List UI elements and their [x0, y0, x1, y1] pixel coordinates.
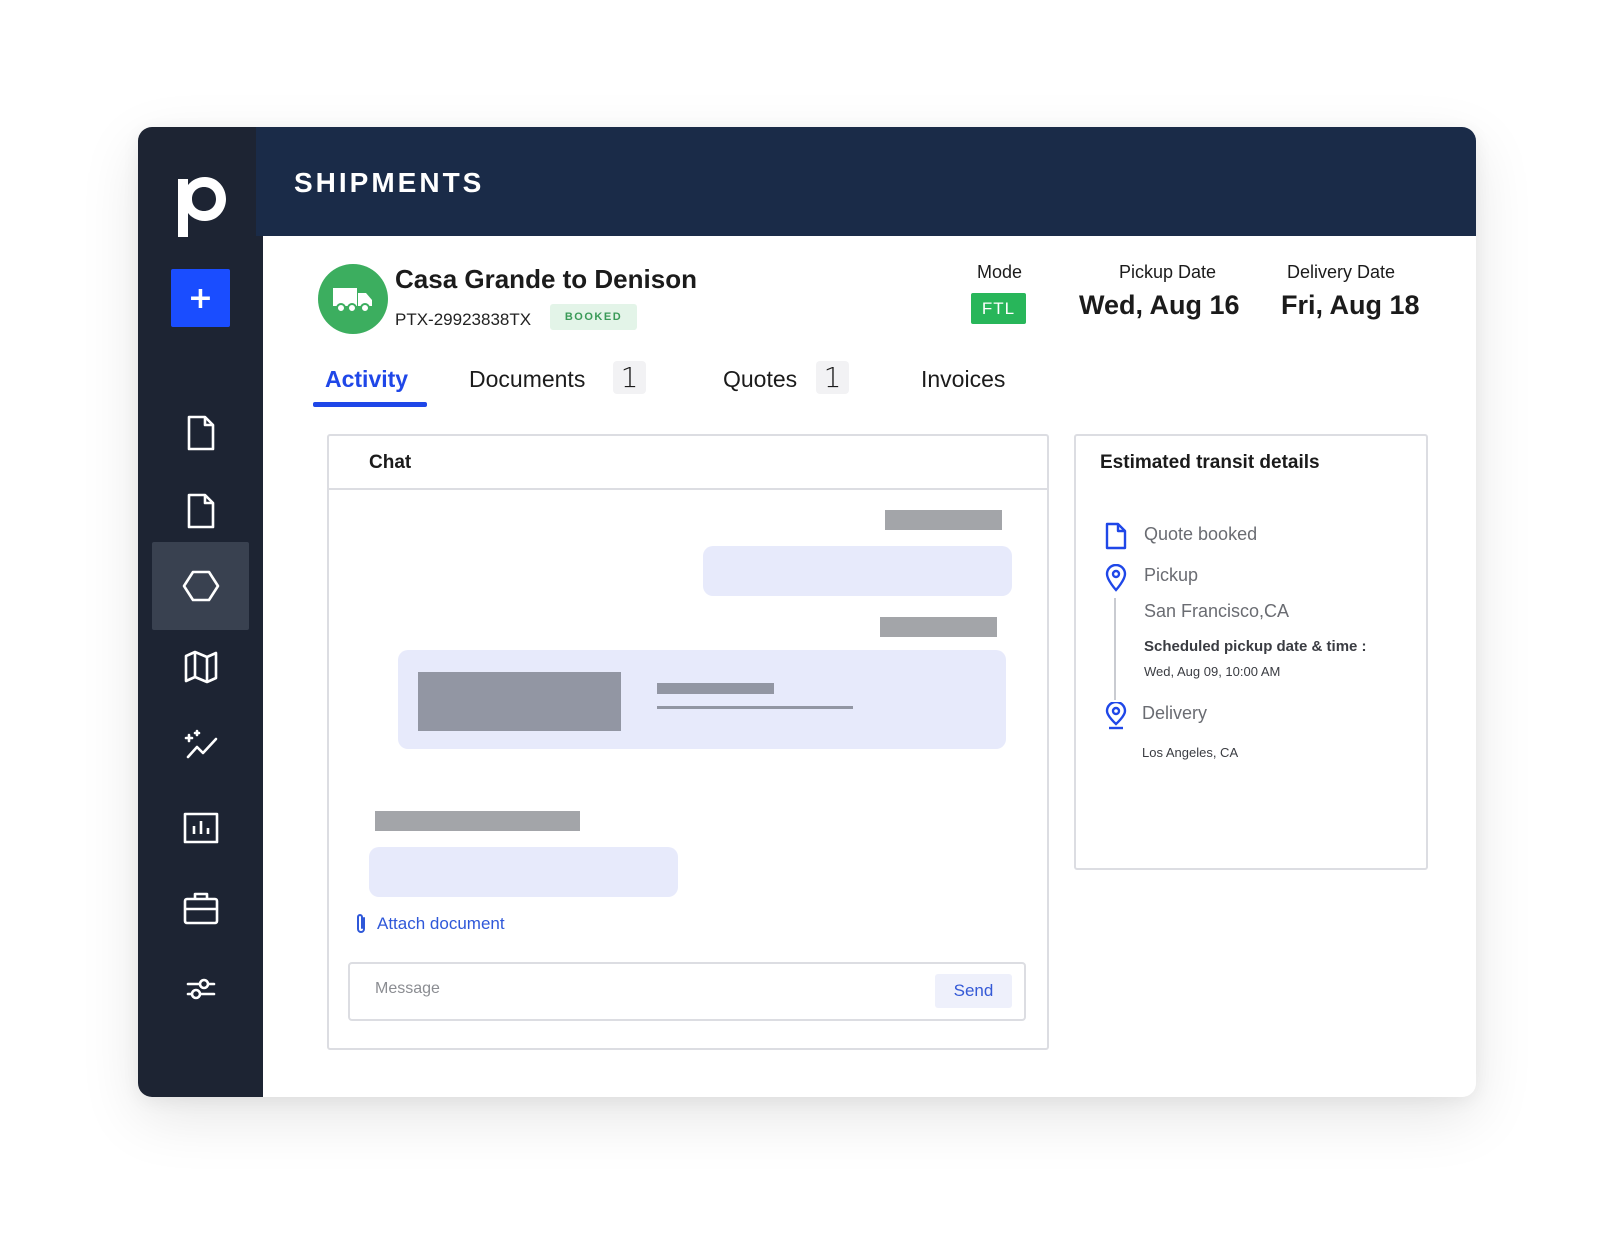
document-icon — [187, 415, 214, 451]
sidebar-item-shipments[interactable] — [152, 542, 249, 630]
add-button[interactable]: + — [171, 269, 230, 327]
message-meta-placeholder — [375, 811, 580, 831]
delivery-date-value: Fri, Aug 18 — [1281, 290, 1420, 320]
shipment-id: PTX-29923838TX — [395, 310, 532, 329]
status-badge: BOOKED — [550, 304, 637, 330]
sidebar-item-insights[interactable] — [152, 702, 249, 790]
map-icon — [184, 650, 217, 684]
message-meta-placeholder — [885, 510, 1002, 530]
sidebar-item-reports[interactable] — [152, 784, 249, 872]
transit-details-panel: Estimated transit details Quote booked P… — [1074, 434, 1428, 870]
message-meta-placeholder — [880, 617, 997, 637]
sparkle-trend-icon — [184, 729, 217, 759]
sidebar-item-settings[interactable] — [152, 945, 249, 1033]
chat-panel: Chat Attach document Message Send — [327, 434, 1049, 1050]
truck-icon — [333, 288, 372, 313]
top-header: SHIPMENTS — [256, 127, 1476, 236]
tab-invoices[interactable]: Invoices — [921, 366, 1005, 393]
tab-activity[interactable]: Activity — [325, 366, 408, 393]
scheduled-pickup-label: Scheduled pickup date & time : — [1144, 638, 1367, 655]
quote-booked-label: Quote booked — [1144, 524, 1258, 544]
message-bubble — [369, 847, 678, 897]
paperclip-icon — [357, 914, 365, 933]
delivery-date-label: Delivery Date — [1287, 262, 1396, 282]
attach-document-link[interactable]: Attach document — [353, 912, 505, 936]
timeline-connector — [1114, 598, 1116, 700]
documents-count: 1 — [613, 361, 646, 394]
pickup-label: Pickup — [1144, 565, 1199, 585]
pickup-date-value: Wed, Aug 16 — [1079, 290, 1240, 320]
send-button[interactable]: Send — [935, 974, 1012, 1008]
active-tab-indicator — [313, 402, 427, 407]
delivery-label: Delivery — [1142, 703, 1208, 723]
pickup-location: San Francisco,CA — [1144, 601, 1290, 621]
document-icon — [187, 493, 214, 529]
tab-documents[interactable]: Documents — [469, 366, 585, 393]
location-pin-icon — [1105, 564, 1127, 592]
document-icon — [1105, 522, 1127, 550]
quotes-count: 1 — [816, 361, 849, 394]
logo — [178, 177, 226, 237]
shipment-title: Casa Grande to Denison — [395, 264, 697, 294]
tab-quotes[interactable]: Quotes — [723, 366, 797, 393]
message-input[interactable]: Message Send — [348, 962, 1026, 1021]
sidebar-item-jobs[interactable] — [152, 864, 249, 952]
mode-chip: FTL — [971, 293, 1026, 324]
chat-header: Chat — [329, 436, 1047, 490]
attachment-line-placeholder — [657, 706, 853, 709]
sliders-icon — [186, 978, 215, 1000]
sidebar: + — [138, 127, 263, 1097]
message-placeholder: Message — [375, 980, 440, 997]
briefcase-icon — [183, 892, 218, 925]
transit-title: Estimated transit details — [1100, 452, 1320, 473]
shipment-avatar — [318, 264, 388, 334]
scheduled-pickup-value: Wed, Aug 09, 10:00 AM — [1144, 664, 1281, 679]
bar-chart-icon — [183, 812, 218, 844]
mode-label: Mode — [977, 262, 1023, 282]
chat-title: Chat — [369, 452, 412, 473]
sidebar-item-map[interactable] — [152, 623, 249, 711]
page-title: SHIPMENTS — [294, 167, 485, 198]
attachment-thumbnail — [418, 672, 621, 731]
delivery-location: Los Angeles, CA — [1142, 745, 1239, 760]
app-window: + SHIPMENTS Casa Grande to Denison PTX-2… — [138, 127, 1476, 1097]
hexagon-icon — [182, 570, 219, 602]
location-pin-icon — [1105, 702, 1127, 730]
pickup-date-label: Pickup Date — [1119, 262, 1217, 282]
message-bubble — [703, 546, 1012, 596]
attachment-title-placeholder — [657, 683, 774, 694]
attach-document-label: Attach document — [377, 914, 505, 933]
main-content: Casa Grande to Denison PTX-29923838TX BO… — [263, 236, 1476, 1097]
sidebar-item-documents[interactable] — [152, 389, 249, 477]
